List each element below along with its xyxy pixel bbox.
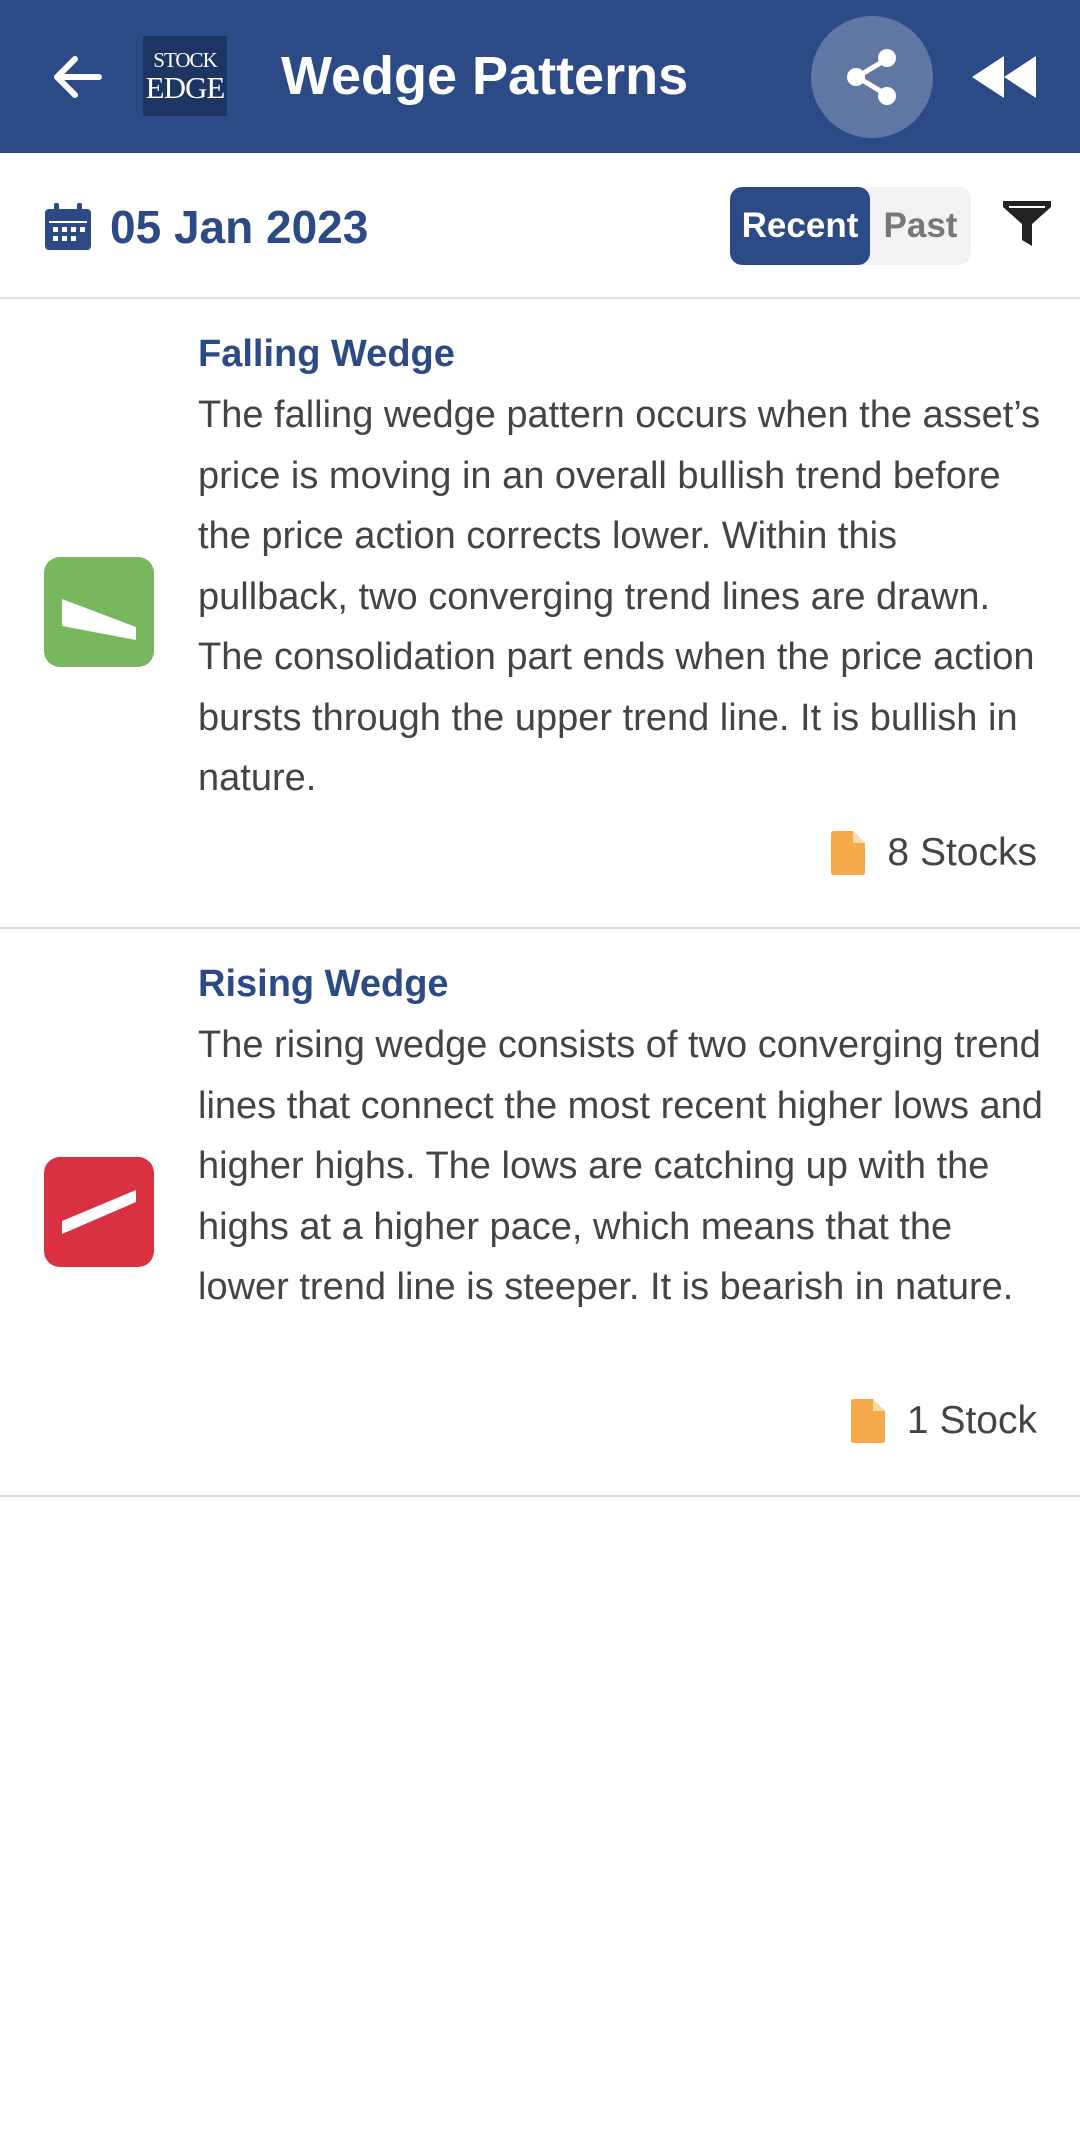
falling-wedge-icon bbox=[44, 557, 154, 667]
rewind-icon bbox=[972, 56, 1036, 98]
document-icon bbox=[831, 831, 866, 875]
selected-date[interactable]: 05 Jan 2023 bbox=[110, 197, 368, 257]
stock-count-link[interactable]: 8 Stocks bbox=[831, 828, 1037, 878]
pattern-title: Rising Wedge bbox=[198, 963, 449, 1005]
pattern-description: The rising wedge consists of two converg… bbox=[198, 1024, 1043, 1308]
stock-count-label: 8 Stocks bbox=[887, 831, 1037, 874]
share-icon bbox=[847, 49, 896, 105]
arrow-left-icon bbox=[54, 56, 102, 98]
recent-past-toggle: Recent Past bbox=[730, 187, 971, 265]
rewind-button[interactable] bbox=[964, 42, 1044, 112]
document-icon bbox=[850, 1399, 885, 1443]
stockedge-logo: STOCK EDGE bbox=[143, 36, 227, 116]
stock-count-label: 1 Stock bbox=[906, 1399, 1037, 1442]
app-bar: STOCK EDGE Wedge Patterns bbox=[0, 0, 1080, 153]
date-filter-bar: 05 Jan 2023 Recent Past bbox=[0, 153, 1080, 299]
pattern-description: The falling wedge pattern occurs when th… bbox=[198, 394, 1041, 799]
pattern-card-falling-wedge[interactable]: Falling Wedge The falling wedge pattern … bbox=[0, 299, 1080, 929]
pattern-card-rising-wedge[interactable]: Rising Wedge The rising wedge consists o… bbox=[0, 929, 1080, 1497]
page-title: Wedge Patterns bbox=[281, 46, 689, 106]
share-button[interactable] bbox=[811, 16, 933, 138]
pattern-title: Falling Wedge bbox=[198, 333, 455, 375]
calendar-icon[interactable] bbox=[43, 202, 93, 252]
tab-recent[interactable]: Recent bbox=[730, 187, 870, 265]
filter-icon[interactable] bbox=[1000, 196, 1054, 250]
tab-past[interactable]: Past bbox=[870, 187, 971, 265]
stock-count-link[interactable]: 1 Stock bbox=[850, 1396, 1037, 1446]
rising-wedge-icon bbox=[44, 1157, 154, 1267]
back-button[interactable] bbox=[42, 42, 112, 112]
